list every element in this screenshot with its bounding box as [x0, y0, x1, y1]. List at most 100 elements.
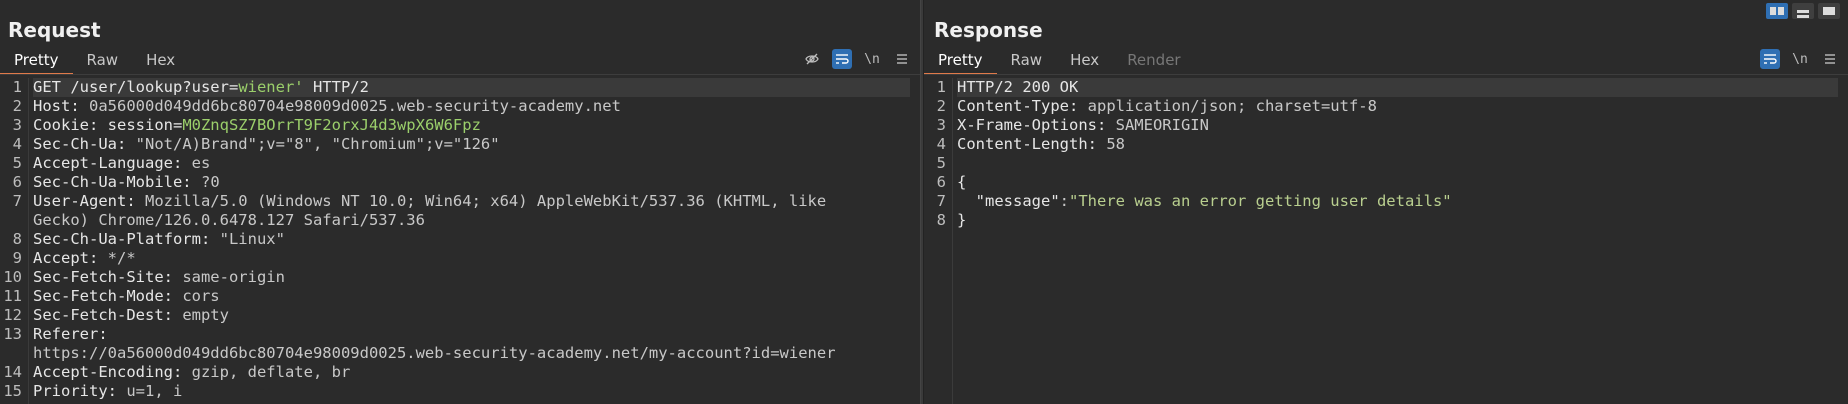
line-number: 7 [12, 192, 22, 210]
token: Accept-Encoding: [33, 363, 192, 381]
code-line: 9 Accept: */* [0, 249, 920, 268]
token: es [191, 154, 211, 172]
layout-tabs-icon[interactable] [1818, 3, 1840, 19]
code-line: 4 Sec-Ch-Ua: "Not/A)Brand";v="8", "Chromi… [0, 135, 920, 154]
request-tools: \n [802, 49, 912, 69]
layout-stacked-icon[interactable] [1792, 3, 1814, 19]
response-tab-render[interactable]: Render [1113, 50, 1194, 73]
token: Priority: [33, 382, 127, 400]
token: Sec-Fetch-Site: [33, 268, 183, 286]
token: Sec-Ch-Ua-Platform: [33, 230, 220, 248]
token: GET /user/lookup?user= [33, 78, 239, 96]
line-text: Sec-Ch-Ua-Platform: "Linux" [33, 230, 285, 249]
line-text: Cookie: session=M0ZnqSZ7BOrrT9F2orxJ4d3w… [33, 116, 481, 135]
line-text: HTTP/2 200 OK [957, 78, 1838, 97]
token: } [957, 211, 967, 229]
line-number: 12 [3, 306, 22, 324]
request-editor[interactable]: 1 GET /user/lookup?user=wiener' HTTP/2 2 Ho… [0, 78, 920, 404]
line-text: GET /user/lookup?user=wiener' HTTP/2 [33, 78, 910, 97]
token: Content-Length: [957, 135, 1107, 153]
newline-toggle-icon[interactable]: \n [862, 49, 882, 69]
line-number: 3 [936, 116, 946, 134]
response-tab-raw[interactable]: Raw [997, 50, 1057, 73]
line-number: 11 [3, 287, 22, 305]
code-line: 2 Content-Type: application/json; charset… [924, 97, 1848, 116]
token: HTTP/2 200 OK [957, 78, 1079, 96]
code-line: 1 HTTP/2 200 OK [924, 78, 1848, 97]
line-number: 9 [12, 249, 22, 267]
token: Accept-Language: [33, 154, 192, 172]
line-text: "message":"There was an error getting us… [957, 192, 1452, 211]
token: "There was an error getting user details… [1069, 192, 1452, 210]
line-text: Accept: */* [33, 249, 136, 268]
code-line: https://0a56000d049dd6bc80704e98009d0025… [0, 344, 920, 363]
line-text: Sec-Ch-Ua: "Not/A)Brand";v="8", "Chromiu… [33, 135, 500, 154]
code-line: 8 Sec-Ch-Ua-Platform: "Linux" [0, 230, 920, 249]
line-text: Host: 0a56000d049dd6bc80704e98009d0025.w… [33, 97, 621, 116]
line-number: 13 [3, 325, 22, 343]
line-text: { [957, 173, 966, 192]
code-line: 3 X-Frame-Options: SAMEORIGIN [924, 116, 1848, 135]
menu-icon[interactable] [1820, 49, 1840, 69]
token: Content-Type: [957, 97, 1088, 115]
token: "Not/A)Brand";v="8", "Chromium";v="126" [135, 135, 500, 153]
line-number: 1 [12, 78, 22, 96]
token: 0a56000d049dd6bc80704e98009d0025.web-sec… [89, 97, 621, 115]
line-number: 2 [12, 97, 22, 115]
line-text: Content-Length: 58 [957, 135, 1125, 154]
code-line: 7 User-Agent: Mozilla/5.0 (Windows NT 10.… [0, 192, 920, 211]
response-lines: 1 HTTP/2 200 OK 2 Content-Type: application… [924, 78, 1848, 230]
line-number: 14 [3, 363, 22, 381]
token: : [1059, 192, 1070, 210]
response-editor[interactable]: 1 HTTP/2 200 OK 2 Content-Type: application… [924, 78, 1848, 404]
line-text: User-Agent: Mozilla/5.0 (Windows NT 10.0… [33, 192, 826, 211]
token: Mozilla/5.0 (Windows NT 10.0; Win64; x64… [144, 192, 827, 210]
token: ?0 [200, 173, 220, 191]
token: Cookie: session= [33, 116, 183, 134]
token: HTTP/2 [303, 78, 369, 96]
response-tab-hex[interactable]: Hex [1056, 50, 1113, 73]
eye-off-icon[interactable] [802, 49, 822, 69]
line-number: 8 [12, 230, 22, 248]
token: { [957, 173, 967, 191]
line-number: 1 [936, 78, 946, 96]
line-number: 5 [936, 154, 946, 172]
line-text: Gecko) Chrome/126.0.6478.127 Safari/537.… [33, 211, 425, 230]
newline-toggle-icon[interactable]: \n [1790, 49, 1810, 69]
request-tab-raw[interactable]: Raw [73, 50, 133, 73]
line-text: Accept-Encoding: gzip, deflate, br [33, 363, 350, 382]
line-number: 8 [936, 211, 946, 229]
token: "Linux" [219, 230, 285, 248]
code-line: 7 "message":"There was an error getting … [924, 192, 1848, 211]
token: Sec-Fetch-Dest: [33, 306, 183, 324]
token: cors [182, 287, 220, 305]
code-line: 13 Referer: [0, 325, 920, 344]
request-tab-pretty[interactable]: Pretty [0, 50, 73, 75]
menu-icon[interactable] [892, 49, 912, 69]
token: SAMEORIGIN [1115, 116, 1209, 134]
layout-side-by-side-icon[interactable] [1766, 3, 1788, 19]
line-text: Referer: [33, 325, 108, 344]
wrap-lines-icon[interactable] [832, 49, 852, 69]
token: Sec-Ch-Ua-Mobile: [33, 173, 201, 191]
request-tab-hex[interactable]: Hex [132, 50, 189, 73]
token: */* [107, 249, 136, 267]
response-tab-pretty[interactable]: Pretty [924, 50, 997, 75]
request-pane: Request Pretty Raw Hex \n 1 GET /user/loo… [0, 0, 920, 404]
code-line: Gecko) Chrome/126.0.6478.127 Safari/537.… [0, 211, 920, 230]
line-number: 15 [3, 382, 22, 400]
code-line: 6{ [924, 173, 1848, 192]
token: User-Agent: [33, 192, 145, 210]
line-text: Sec-Fetch-Site: same-origin [33, 268, 285, 287]
token: Referer: [33, 325, 108, 343]
code-line: 3 Cookie: session=M0ZnqSZ7BOrrT9F2orxJ4d3… [0, 116, 920, 135]
line-number: 6 [936, 173, 946, 191]
token: empty [182, 306, 229, 324]
line-number: 10 [3, 268, 22, 286]
wrap-lines-icon[interactable] [1760, 49, 1780, 69]
code-line: 6 Sec-Ch-Ua-Mobile: ?0 [0, 173, 920, 192]
line-number: 3 [12, 116, 22, 134]
token: "message" [975, 192, 1060, 210]
token: Accept: [33, 249, 108, 267]
token: https://0a56000d049dd6bc80704e98009d0025… [33, 344, 836, 362]
